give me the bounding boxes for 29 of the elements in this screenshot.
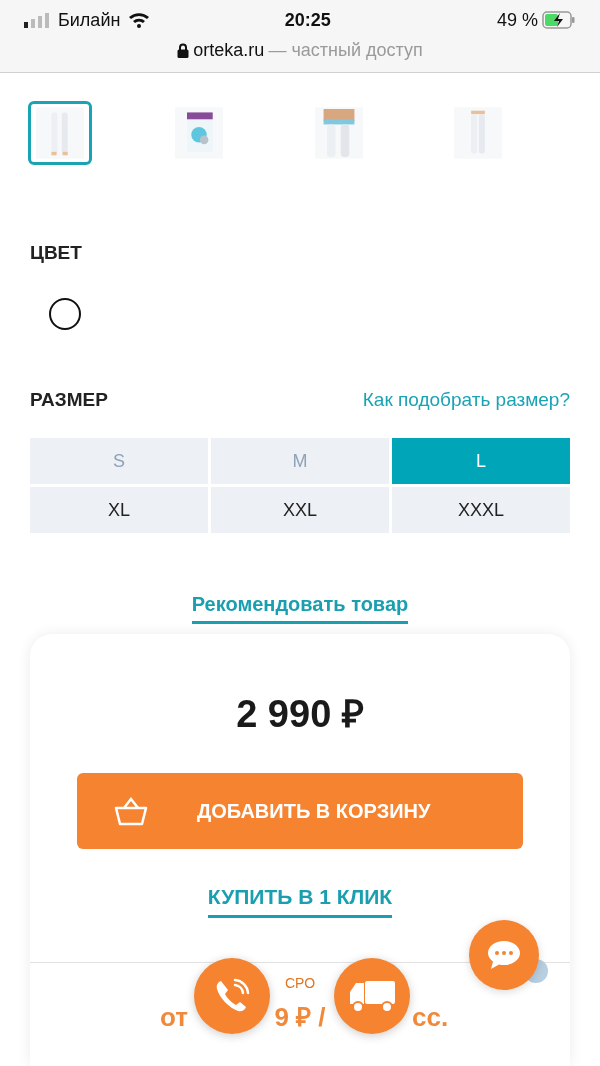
product-price: 2 990 ₽: [236, 692, 364, 737]
add-to-cart-button[interactable]: ДОБАВИТЬ В КОРЗИНУ: [77, 773, 523, 849]
section-title: ЦВЕТ: [30, 241, 82, 265]
size-option[interactable]: XXL: [211, 487, 389, 533]
one-click-link[interactable]: КУПИТЬ В 1 КЛИК: [207, 881, 393, 918]
size-option[interactable]: L: [392, 438, 570, 484]
installment-amount: от: [159, 1000, 188, 1034]
truck-icon: [347, 978, 397, 1014]
size-option[interactable]: XXXL: [392, 487, 570, 533]
lock-icon: [177, 42, 190, 58]
section-title: РАЗМЕР: [30, 387, 108, 412]
size-guide-link[interactable]: Как подобрать размер?: [362, 385, 570, 414]
basket-icon: [113, 796, 149, 826]
url-domain: orteka.ru: [193, 38, 265, 62]
size-option[interactable]: XL: [30, 487, 208, 533]
color-swatch[interactable]: [49, 297, 81, 330]
carrier-name: Билайн: [58, 8, 121, 32]
product-thumbnail[interactable]: [28, 101, 92, 165]
chat-bubble-icon: [486, 939, 522, 971]
installment-amount: сс.: [412, 1000, 450, 1034]
signal-icon: [24, 12, 50, 28]
installment-amount: 9 ₽ /: [273, 1000, 327, 1034]
battery-charging-icon: [542, 11, 576, 29]
installment-label: СРО: [285, 973, 315, 993]
battery-percent: 49 %: [496, 8, 538, 32]
recommend-link[interactable]: Рекомендовать товар: [191, 589, 409, 624]
url-note: — частный доступ: [268, 38, 423, 62]
clock-time: 20:25: [284, 8, 331, 32]
wifi-icon: [128, 12, 151, 28]
